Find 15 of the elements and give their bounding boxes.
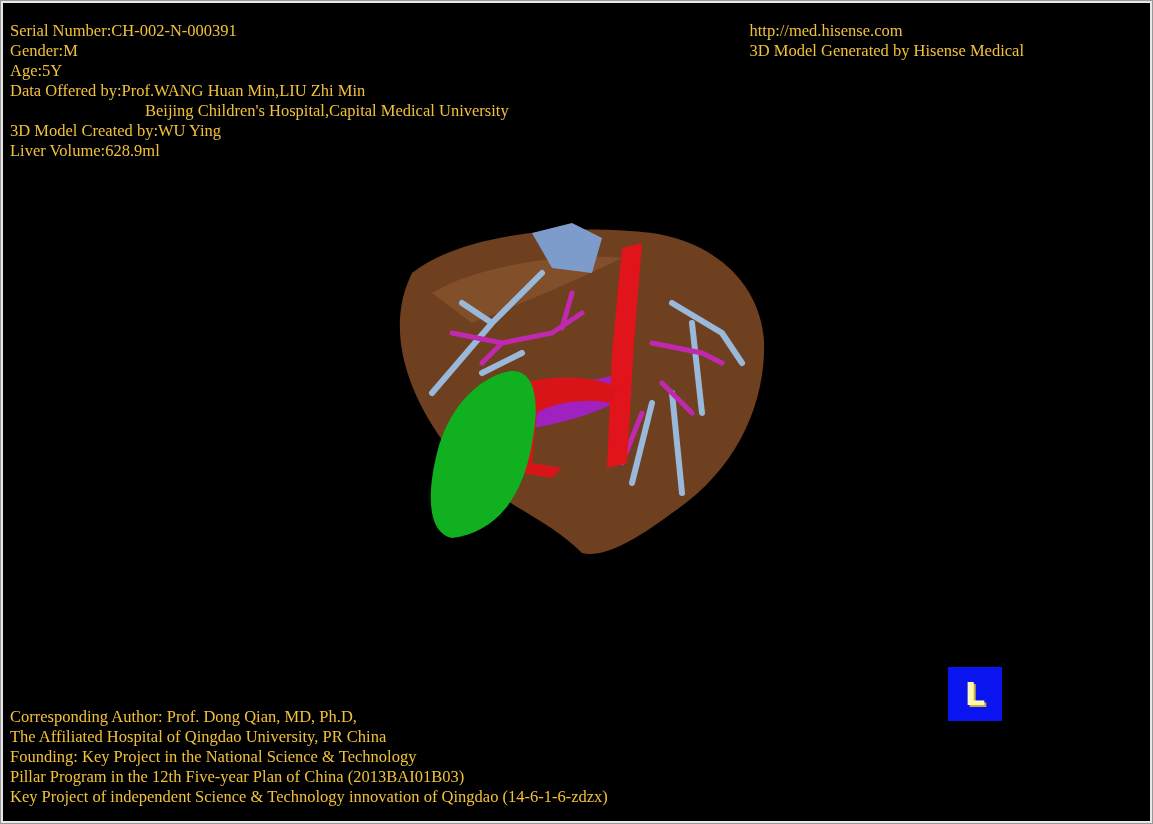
acknowledgement-line: Corresponding Author: Prof. Dong Qian, MD, Ph.D,: [10, 707, 358, 727]
acknowledgement-line: Founding: Key Project in the National Science & Technology: [10, 747, 418, 767]
credit-line: http://med.hisense.com: [749, 21, 904, 41]
info-line: Age:5Y: [10, 61, 64, 81]
info-line: Serial Number:CH-002-N-000391: [10, 21, 238, 41]
info-line: Liver Volume:628.9ml: [10, 141, 161, 161]
orientation-marker: L: [948, 667, 1002, 721]
info-line: Data Offered by:Prof.WANG Huan Min,LIU Zhi Min: [10, 81, 367, 101]
acknowledgement-line: The Affiliated Hospital of Qingdao University, PR China: [10, 727, 388, 747]
acknowledgement-line: Pillar Program in the 12th Five-year Plan of China (2013BAI01B03): [10, 767, 466, 787]
credit-line: 3D Model Generated by Hisense Medical: [749, 41, 1024, 61]
info-line: Gender:M: [10, 41, 79, 61]
info-line: 3D Model Created by:WU Ying: [10, 121, 223, 141]
acknowledgement-line: Key Project of independent Science & Technology innovation of Qingdao (14-6-1-6-zdzx): [10, 787, 608, 807]
info-line: Beijing Children's Hospital,Capital Medical University: [145, 101, 509, 121]
